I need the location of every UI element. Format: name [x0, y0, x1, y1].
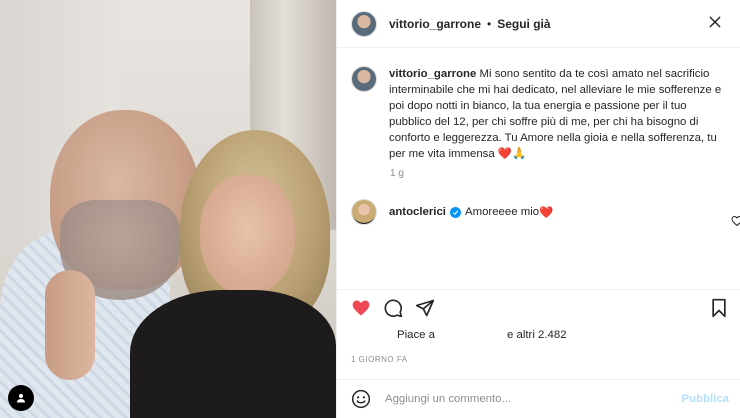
comment-text-block: antoclerici Amoreeee mio ❤️ [389, 205, 553, 219]
post-actions [337, 289, 740, 327]
bookmark-icon[interactable] [709, 298, 729, 318]
user-tag-icon [17, 394, 25, 403]
comment-input[interactable] [385, 393, 665, 405]
share-icon[interactable] [415, 298, 435, 318]
add-comment-bar: Pubblica [337, 379, 740, 418]
comment-row: antoclerici Amoreeee mio ❤️ [351, 199, 740, 227]
photo-thumb [45, 270, 95, 380]
comment-text: Amoreeee mio [464, 206, 540, 218]
author-username[interactable]: vittorio_garrone [389, 17, 481, 31]
caption-time[interactable]: 1 g [390, 168, 404, 179]
caption-text: Mi sono sentito da te così amato nel sac… [389, 68, 722, 160]
likes-count[interactable]: e altri 2.482 [507, 329, 567, 341]
caption-username[interactable]: vittorio_garrone [389, 68, 476, 80]
caption-text-block: vittorio_garrone Mi sono sentito da te c… [389, 66, 731, 162]
heart-filled-icon[interactable] [351, 298, 371, 318]
caption-avatar[interactable] [351, 66, 377, 92]
likes-line: Piace a e altri 2.482 [337, 327, 740, 347]
posted-time[interactable]: 1 GIORNO FA [351, 355, 408, 364]
publish-button[interactable]: Pubblica [682, 393, 729, 405]
comment-icon[interactable] [383, 298, 403, 318]
photo-woman-face [200, 175, 295, 295]
post-panel: vittorio_garrone • Segui già vittorio_ga… [336, 0, 740, 418]
author-avatar[interactable] [351, 10, 377, 37]
verified-badge-icon [449, 206, 461, 218]
likes-prefix: Piace a [397, 329, 435, 341]
post-photo[interactable] [0, 0, 336, 418]
comment-like-icon[interactable] [731, 215, 740, 227]
header-separator: • [487, 16, 492, 31]
comment-emoji: ❤️ [539, 207, 554, 219]
commenter-avatar[interactable] [351, 199, 377, 225]
photo-woman-top [130, 290, 336, 418]
caption-emoji: ❤️🙏 [497, 148, 527, 160]
following-button[interactable]: Segui già [497, 17, 550, 31]
post-caption: vittorio_garrone Mi sono sentito da te c… [351, 66, 731, 162]
comments-area: vittorio_garrone Mi sono sentito da te c… [337, 48, 740, 288]
emoji-icon[interactable] [351, 389, 371, 409]
post-header: vittorio_garrone • Segui già [337, 0, 740, 48]
commenter-username[interactable]: antoclerici [389, 206, 446, 218]
user-tag-button[interactable] [8, 385, 34, 411]
